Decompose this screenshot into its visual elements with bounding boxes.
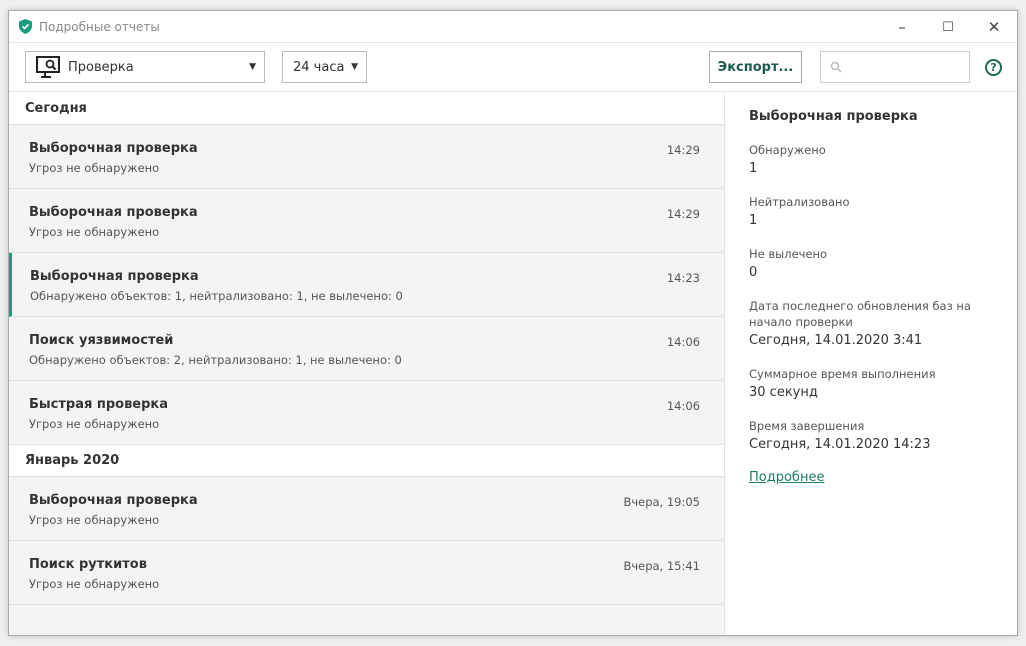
report-list: Сегодня Выборочная проверка Угроз не обна… [9,93,725,635]
period-dropdown[interactable]: 24 часа ▼ [282,51,367,83]
list-item[interactable]: Выборочная проверка Угроз не обнаружено Вч… [9,477,724,541]
group-header: Сегодня [9,93,724,125]
item-title: Выборочная проверка [29,205,198,220]
list-item[interactable]: Поиск уязвимостей Обнаружено объектов: 2,… [9,317,724,381]
item-subtitle: Обнаружено объектов: 2, нейтрализовано: … [29,353,402,367]
details-panel: Выборочная проверка Обнаружено 1 Нейтрали… [749,109,1009,485]
field-label: Нейтрализовано [749,195,850,209]
item-time: 14:06 [666,335,700,349]
item-title: Выборочная проверка [30,269,199,284]
category-value: Проверка [68,59,134,75]
item-title: Выборочная проверка [29,493,198,508]
item-time: 14:29 [666,143,700,157]
category-dropdown[interactable]: Проверка ▼ [25,51,265,83]
list-item[interactable]: Быстрая проверка Угроз не обнаружено 14:06 [9,381,724,445]
item-subtitle: Обнаружено объектов: 1, нейтрализовано: … [30,289,403,303]
chevron-down-icon: ▼ [249,62,256,72]
item-title: Быстрая проверка [29,397,169,412]
item-title: Выборочная проверка [29,141,198,156]
search-icon [830,61,842,73]
reports-window: Подробные отчеты – ☐ ✕ Проверка ▼ 24 час… [8,10,1018,636]
field-value: 0 [749,265,758,280]
title-bar: Подробные отчеты – ☐ ✕ [9,11,1017,43]
item-subtitle: Угроз не обнаружено [29,161,160,175]
maximize-button[interactable]: ☐ [925,11,971,43]
monitor-scan-icon [36,56,60,78]
more-details-link[interactable]: Подробнее [749,470,1009,485]
field-value: 1 [749,161,758,176]
minimize-button[interactable]: – [879,11,925,43]
chevron-down-icon: ▼ [351,62,358,72]
item-time: Вчера, 15:41 [623,559,700,573]
item-subtitle: Угроз не обнаружено [29,513,160,527]
details-title: Выборочная проверка [749,109,918,124]
item-title: Поиск руткитов [29,557,147,572]
kaspersky-shield-icon [19,19,32,34]
item-subtitle: Угроз не обнаружено [29,225,160,239]
field-label: Дата последнего обновления баз на начало… [749,299,971,329]
list-item[interactable]: Выборочная проверка Угроз не обнаружено 14… [9,125,724,189]
item-subtitle: Угроз не обнаружено [29,417,160,431]
list-item[interactable]: Выборочная проверка Угроз не обнаружено 14… [9,189,724,253]
field-value: Сегодня, 14.01.2020 3:41 [749,333,923,348]
list-item-selected[interactable]: Выборочная проверка Обнаружено объектов: … [9,253,724,317]
field-label: Время завершения [749,419,865,433]
item-subtitle: Угроз не обнаружено [29,577,160,591]
field-label: Не вылечено [749,247,828,261]
search-input[interactable] [820,51,970,83]
item-time: 14:29 [666,207,700,221]
field-value: 1 [749,213,758,228]
item-time: 14:06 [666,399,700,413]
period-value: 24 часа [293,59,345,75]
item-time: 14:23 [666,271,700,285]
item-time: Вчера, 19:05 [623,495,700,509]
item-title: Поиск уязвимостей [29,333,174,348]
window-title: Подробные отчеты [39,19,160,34]
field-value: Сегодня, 14.01.2020 14:23 [749,437,931,452]
field-value: 30 секунд [749,385,818,400]
export-button[interactable]: Экспорт... [709,51,802,83]
list-item[interactable]: Поиск руткитов Угроз не обнаружено Вчера, … [9,541,724,605]
toolbar: Проверка ▼ 24 часа ▼ Экспорт... ? [9,43,1017,92]
close-button[interactable]: ✕ [971,11,1017,43]
help-icon[interactable]: ? [985,59,1002,76]
field-label: Суммарное время выполнения [749,367,936,381]
field-label: Обнаружено [749,143,826,157]
group-header: Январь 2020 [9,445,724,477]
